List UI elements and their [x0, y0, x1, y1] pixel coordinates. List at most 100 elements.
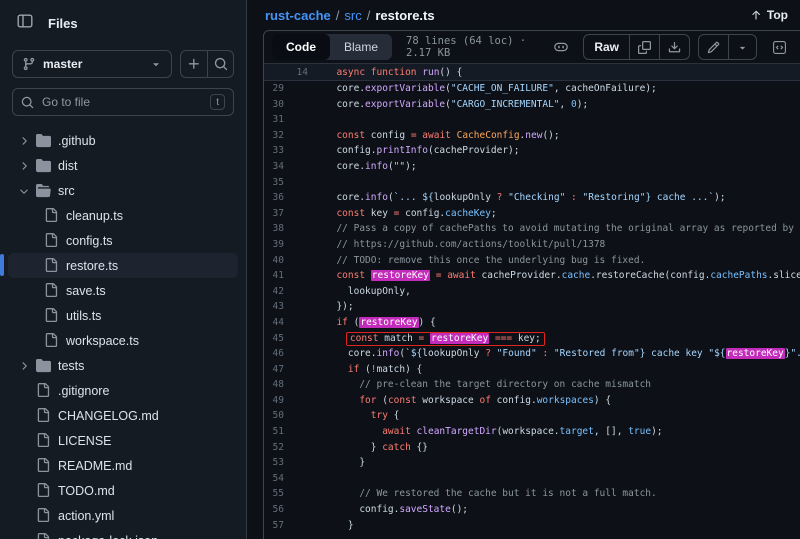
- search-code-button[interactable]: [207, 51, 233, 77]
- tree-folder-tests[interactable]: tests: [8, 353, 238, 378]
- line-number[interactable]: 47: [264, 362, 284, 378]
- new-file-button[interactable]: [181, 51, 207, 77]
- branch-selector[interactable]: master: [12, 50, 172, 78]
- line-number[interactable]: 53: [264, 455, 284, 471]
- line-number[interactable]: 34: [264, 159, 284, 175]
- line-number[interactable]: 54: [264, 471, 284, 487]
- line-number[interactable]: 48: [264, 377, 284, 393]
- edit-dropdown-button[interactable]: [728, 35, 756, 59]
- tree-file-restore.ts[interactable]: restore.ts: [8, 253, 238, 278]
- line-content: try {: [284, 408, 399, 424]
- tree-file-cleanup.ts[interactable]: cleanup.ts: [8, 203, 238, 228]
- tree-file-LICENSE[interactable]: LICENSE: [8, 428, 238, 453]
- folder-icon: [36, 158, 52, 174]
- line-content: config.printInfo(cacheProvider);: [284, 143, 519, 159]
- tree-file-.gitignore[interactable]: .gitignore: [8, 378, 238, 403]
- line-number[interactable]: 37: [264, 206, 284, 222]
- arrow-up-icon: [750, 9, 762, 21]
- magnifier-icon: [214, 57, 228, 71]
- tree-file-config.ts[interactable]: config.ts: [8, 228, 238, 253]
- back-to-top-label: Top: [767, 8, 788, 22]
- tree-item-label: CHANGELOG.md: [58, 409, 159, 423]
- download-icon: [668, 41, 681, 54]
- sticky-line-number[interactable]: 14: [264, 67, 308, 78]
- tree-item-label: src: [58, 184, 75, 198]
- code-line-54: 54: [264, 471, 800, 487]
- tree-item-label: README.md: [58, 459, 132, 473]
- tree-file-package-lock.json[interactable]: package-lock.json: [8, 528, 238, 539]
- tab-blame[interactable]: Blame: [330, 34, 392, 60]
- chevron-right-icon[interactable]: [18, 360, 30, 372]
- line-number[interactable]: 43: [264, 299, 284, 315]
- tree-file-workspace.ts[interactable]: workspace.ts: [8, 328, 238, 353]
- line-number[interactable]: 29: [264, 81, 284, 97]
- line-number[interactable]: 33: [264, 143, 284, 159]
- line-content: const key = config.cacheKey;: [284, 206, 497, 222]
- line-number[interactable]: 30: [264, 97, 284, 113]
- chevron-right-icon[interactable]: [18, 135, 30, 147]
- search-match-highlight: restoreKey: [371, 270, 430, 281]
- line-content: core.info("");: [284, 159, 417, 175]
- line-number[interactable]: 57: [264, 518, 284, 534]
- go-to-file-shortcut: t: [210, 94, 225, 110]
- go-to-file-input[interactable]: Go to file t: [12, 88, 234, 116]
- copilot-button[interactable]: [547, 34, 575, 60]
- tree-file-save.ts[interactable]: save.ts: [8, 278, 238, 303]
- code-line-50: 50 try {: [264, 408, 800, 424]
- tree-file-utils.ts[interactable]: utils.ts: [8, 303, 238, 328]
- line-number[interactable]: 49: [264, 393, 284, 409]
- line-number[interactable]: 32: [264, 128, 284, 144]
- line-content: [284, 112, 325, 128]
- line-number[interactable]: 51: [264, 424, 284, 440]
- line-number[interactable]: 55: [264, 486, 284, 502]
- tree-file-CHANGELOG.md[interactable]: CHANGELOG.md: [8, 403, 238, 428]
- code-line-53: 53 }: [264, 455, 800, 471]
- line-number[interactable]: 50: [264, 408, 284, 424]
- copy-raw-button[interactable]: [629, 35, 659, 59]
- line-number[interactable]: 36: [264, 190, 284, 206]
- line-content: } catch {}: [284, 440, 428, 456]
- chevron-down-icon[interactable]: [18, 185, 30, 197]
- code-line-42: 42 lookupOnly,: [264, 284, 800, 300]
- line-number[interactable]: 45: [264, 331, 284, 347]
- tab-code[interactable]: Code: [272, 34, 330, 60]
- code-pane: rust-cache/src/restore.ts Top Code Blame…: [248, 0, 800, 539]
- tree-file-README.md[interactable]: README.md: [8, 453, 238, 478]
- raw-button[interactable]: Raw: [584, 35, 629, 59]
- line-number[interactable]: 44: [264, 315, 284, 331]
- line-number[interactable]: 40: [264, 253, 284, 269]
- file-icon: [36, 508, 52, 524]
- breadcrumb-src[interactable]: src: [344, 8, 361, 23]
- symbols-panel-button[interactable]: [765, 34, 793, 60]
- search-match-highlight: restoreKey: [430, 333, 489, 344]
- collapse-sidebar-button[interactable]: [12, 10, 38, 36]
- tree-item-label: config.ts: [66, 234, 113, 248]
- tree-folder-.github[interactable]: .github: [8, 128, 238, 153]
- tree-file-TODO.md[interactable]: TODO.md: [8, 478, 238, 503]
- line-number[interactable]: 39: [264, 237, 284, 253]
- download-button[interactable]: [659, 35, 689, 59]
- line-number[interactable]: 42: [264, 284, 284, 300]
- search-match-highlight: restoreKey: [726, 348, 785, 359]
- line-number[interactable]: 41: [264, 268, 284, 284]
- edit-file-button[interactable]: [699, 35, 728, 59]
- breadcrumb-rust-cache[interactable]: rust-cache: [265, 8, 331, 23]
- tree-folder-src[interactable]: src: [8, 178, 238, 203]
- current-branch-name: master: [43, 57, 82, 71]
- tree-item-label: .github: [58, 134, 96, 148]
- go-to-file-placeholder: Go to file: [42, 95, 90, 109]
- sticky-line-content: async function run() {: [308, 67, 462, 78]
- line-number[interactable]: 46: [264, 346, 284, 362]
- chevron-right-icon[interactable]: [18, 160, 30, 172]
- tree-folder-dist[interactable]: dist: [8, 153, 238, 178]
- tree-file-action.yml[interactable]: action.yml: [8, 503, 238, 528]
- breadcrumb: rust-cache/src/restore.ts: [248, 0, 800, 30]
- back-to-top-link[interactable]: Top: [750, 0, 788, 30]
- line-number[interactable]: 52: [264, 440, 284, 456]
- line-number[interactable]: 31: [264, 112, 284, 128]
- code-line-57: 57 }: [264, 518, 800, 534]
- tree-item-label: package-lock.json: [58, 534, 158, 539]
- line-number[interactable]: 35: [264, 175, 284, 191]
- line-number[interactable]: 56: [264, 502, 284, 518]
- line-number[interactable]: 38: [264, 221, 284, 237]
